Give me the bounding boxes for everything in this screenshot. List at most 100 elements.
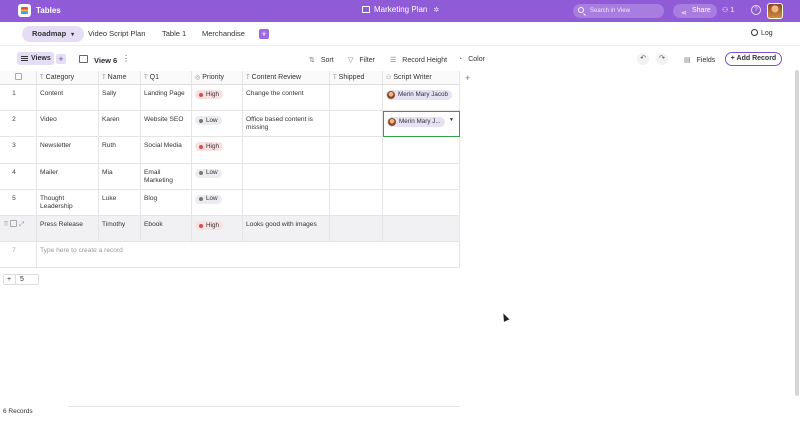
filter-button[interactable]: ▽ Filter bbox=[348, 56, 375, 64]
cell-writer[interactable] bbox=[383, 137, 460, 164]
cell-writer[interactable] bbox=[383, 216, 460, 243]
cell-name[interactable]: Karen bbox=[99, 111, 141, 138]
dropdown-arrow-icon[interactable]: ▼ bbox=[449, 117, 454, 123]
paint-icon: ◔ bbox=[458, 56, 463, 63]
help-icon[interactable]: ? bbox=[751, 5, 761, 15]
select-all-checkbox[interactable] bbox=[14, 73, 22, 80]
add-rows-control[interactable]: + 5 bbox=[3, 274, 39, 285]
drag-handle-icon[interactable]: ⠿ bbox=[4, 221, 9, 228]
cell-review[interactable]: Change the content bbox=[243, 85, 330, 112]
cell-num[interactable]: 5 bbox=[0, 189, 37, 216]
add-rows-count[interactable]: 5 bbox=[15, 275, 24, 284]
cell-q1[interactable]: Ebook bbox=[141, 216, 192, 243]
tables-logo-icon[interactable] bbox=[18, 4, 31, 17]
priority-label: High bbox=[206, 221, 219, 229]
more-options-icon[interactable]: ⋮ bbox=[122, 54, 130, 63]
current-view-name[interactable]: View 6 bbox=[94, 56, 117, 65]
redo-icon[interactable]: ↷ bbox=[656, 53, 668, 65]
column-header-shipped[interactable]: T Shipped bbox=[330, 71, 383, 85]
cell-writer[interactable]: Merin Mary J... ▼ bbox=[383, 111, 460, 138]
cell-priority[interactable]: Low bbox=[192, 111, 243, 138]
star-icon[interactable]: ✲ bbox=[433, 6, 439, 14]
add-table-button[interactable]: + bbox=[259, 29, 269, 39]
cell-shipped[interactable] bbox=[330, 85, 383, 112]
tab-roadmap[interactable]: Roadmap ▾ bbox=[22, 26, 85, 42]
add-record-button[interactable]: + Add Record bbox=[725, 52, 782, 66]
share-button[interactable]: ⋖ Share bbox=[673, 4, 717, 18]
cell-name[interactable]: Ruth bbox=[99, 137, 141, 164]
tab-merchandise[interactable]: Merchandise bbox=[202, 26, 245, 42]
fields-button[interactable]: ▤ Fields bbox=[684, 56, 715, 64]
cell-category[interactable]: Video bbox=[37, 111, 99, 138]
views-button[interactable]: Views bbox=[17, 52, 54, 65]
cell-writer[interactable] bbox=[383, 163, 460, 190]
cell-shipped[interactable] bbox=[330, 189, 383, 216]
cell-category[interactable]: Thought Leadership bbox=[37, 189, 99, 216]
cell-writer[interactable] bbox=[383, 189, 460, 216]
text-field-icon: T bbox=[102, 75, 106, 81]
cell-priority[interactable]: Low bbox=[192, 189, 243, 216]
cell-name[interactable]: Timothy bbox=[99, 216, 141, 243]
cell-name[interactable]: Mia bbox=[99, 163, 141, 190]
cell-q1[interactable]: Website SEO bbox=[141, 111, 192, 138]
cell-q1[interactable]: Blog bbox=[141, 189, 192, 216]
log-button[interactable]: Log bbox=[751, 29, 773, 37]
tab-table-1[interactable]: Table 1 bbox=[162, 26, 186, 42]
cell-shipped[interactable] bbox=[330, 163, 383, 190]
document-title[interactable]: Marketing Plan ✲ bbox=[362, 5, 439, 14]
cell-name[interactable]: Luke bbox=[99, 189, 141, 216]
cell-priority[interactable]: Low bbox=[192, 163, 243, 190]
undo-icon[interactable]: ↶ bbox=[637, 53, 649, 65]
cell-num[interactable]: 4 bbox=[0, 163, 37, 190]
cell-review[interactable]: Looks good with images bbox=[243, 216, 330, 243]
cell-category[interactable]: Press Release bbox=[37, 216, 99, 243]
tab-video-script-plan[interactable]: Video Script Plan bbox=[88, 26, 145, 42]
cell-q1[interactable]: Landing Page bbox=[141, 85, 192, 112]
cell-review[interactable]: Office based content is missing bbox=[243, 111, 330, 138]
cell-review[interactable] bbox=[243, 189, 330, 216]
cell-review[interactable] bbox=[243, 163, 330, 190]
cell-writer[interactable]: Merin Mary Jacob bbox=[383, 85, 460, 112]
cell-num[interactable]: 2 bbox=[0, 111, 37, 138]
search-input[interactable]: Search in View bbox=[573, 4, 664, 18]
column-header-name[interactable]: T Name bbox=[99, 71, 141, 85]
priority-dot-icon bbox=[199, 118, 203, 123]
cell-shipped[interactable] bbox=[330, 137, 383, 164]
column-header-q1[interactable]: T Q1 bbox=[141, 71, 192, 85]
column-header-priority[interactable]: ◎ Priority bbox=[192, 71, 243, 85]
collaborators-indicator[interactable]: ⚇ 1 bbox=[722, 6, 734, 14]
new-record-input[interactable]: Type here to create a record bbox=[37, 242, 460, 269]
cell-num[interactable]: 3 bbox=[0, 137, 37, 164]
sort-button[interactable]: ⇅ Sort bbox=[309, 56, 334, 64]
vertical-scrollbar[interactable] bbox=[795, 70, 799, 396]
row-checkbox[interactable] bbox=[10, 220, 18, 227]
cell-shipped[interactable] bbox=[330, 216, 383, 243]
cell-name[interactable]: Sally bbox=[99, 85, 141, 112]
color-button[interactable]: ◔ Color bbox=[458, 56, 485, 63]
cell-num[interactable]: ⠿ ⤢ bbox=[0, 216, 37, 243]
cell-priority[interactable]: High bbox=[192, 85, 243, 112]
cell-num[interactable]: 1 bbox=[0, 85, 37, 112]
top-bar: Tables Marketing Plan ✲ Search in View ⋖… bbox=[0, 0, 800, 22]
cell-shipped[interactable] bbox=[330, 111, 383, 138]
cell-category[interactable]: Content bbox=[37, 85, 99, 112]
cell-priority[interactable]: High bbox=[192, 216, 243, 243]
cell-q1[interactable]: Email Marketing bbox=[141, 163, 192, 190]
cell-review[interactable] bbox=[243, 137, 330, 164]
expand-record-icon[interactable]: ⤢ bbox=[19, 221, 24, 228]
user-avatar[interactable] bbox=[767, 3, 783, 19]
cell-q1[interactable]: Social Media bbox=[141, 137, 192, 164]
person-chip[interactable]: Merin Mary Jacob bbox=[386, 90, 453, 100]
priority-badge: High bbox=[195, 90, 223, 99]
record-height-button[interactable]: ☰ Record Height bbox=[390, 56, 447, 64]
column-header-script-writer[interactable]: ⚇ Script Writer bbox=[383, 71, 460, 85]
select-all-header[interactable] bbox=[0, 71, 37, 85]
cell-priority[interactable]: High bbox=[192, 137, 243, 164]
column-header-category[interactable]: T Category bbox=[37, 71, 99, 85]
person-chip[interactable]: Merin Mary J... bbox=[387, 117, 445, 128]
add-view-button[interactable]: + bbox=[56, 54, 66, 64]
cell-category[interactable]: Newsletter bbox=[37, 137, 99, 164]
column-header-content-review[interactable]: T Content Review bbox=[243, 71, 330, 85]
cell-category[interactable]: Mailer bbox=[37, 163, 99, 190]
add-column-button[interactable]: + bbox=[465, 73, 470, 83]
